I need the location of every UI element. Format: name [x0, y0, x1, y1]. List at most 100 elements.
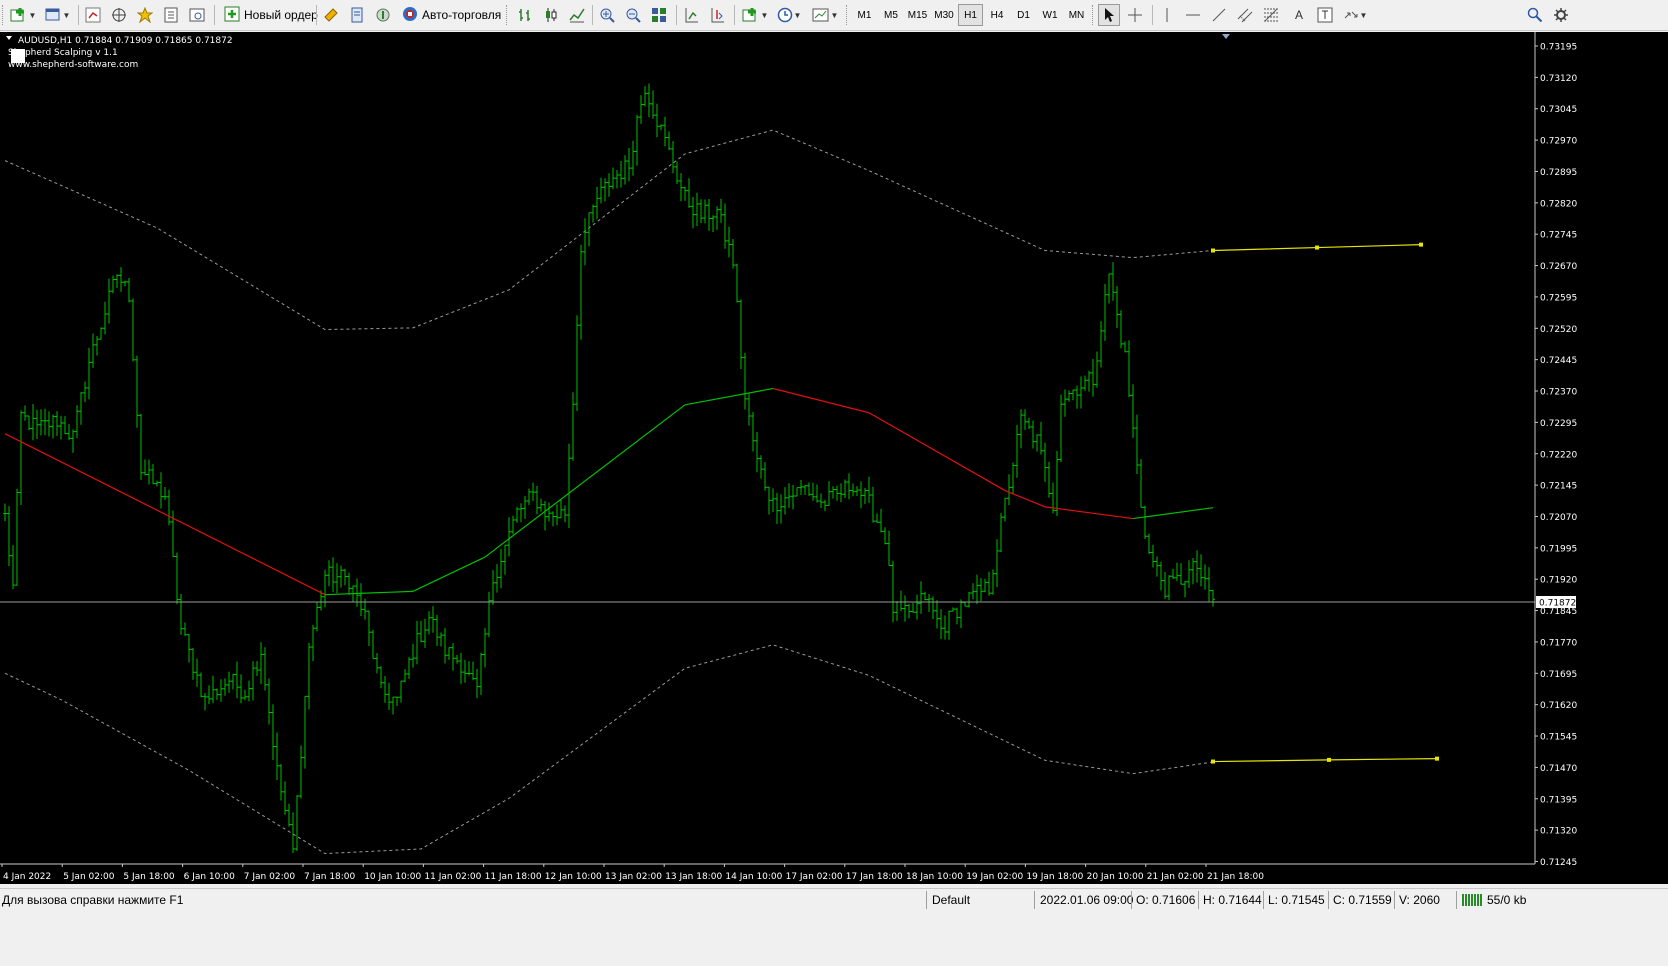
toolbar-grip[interactable] — [506, 5, 510, 25]
price-tick-label: 0.72745 — [1540, 231, 1577, 241]
toolbar-separator — [214, 5, 215, 25]
tile-windows-icon[interactable] — [648, 4, 670, 26]
text-label-icon[interactable] — [1314, 4, 1336, 26]
status-traffic: 55/0 kb — [1487, 893, 1527, 907]
market-watch-icon[interactable] — [82, 4, 104, 26]
crosshair-icon[interactable] — [1124, 4, 1146, 26]
time-tick-label: 13 Jan 02:00 — [605, 872, 662, 882]
current-price-text: 0.71872 — [1539, 599, 1576, 609]
projection-anchor[interactable] — [1315, 245, 1319, 250]
price-tick-label: 0.73045 — [1540, 105, 1577, 115]
status-separator — [1263, 891, 1264, 909]
price-tick-label: 0.72220 — [1540, 450, 1577, 460]
timeframe-m5[interactable]: M5 — [879, 4, 904, 26]
bar-chart-icon[interactable] — [514, 4, 536, 26]
timeframe-h1[interactable]: H1 — [958, 4, 983, 26]
toolbar-separator — [592, 5, 593, 25]
time-tick-label: 20 Jan 10:00 — [1087, 872, 1144, 882]
projection-anchor[interactable] — [1211, 248, 1215, 253]
data-window-icon[interactable] — [160, 4, 182, 26]
navigator-icon[interactable] — [108, 4, 130, 26]
projection-anchor[interactable] — [1211, 759, 1215, 764]
new-order-button[interactable]: Новый ордер — [220, 4, 322, 26]
toolbar-grip[interactable] — [2, 5, 6, 25]
settings-icon[interactable] — [1550, 4, 1572, 26]
timeframe-h4[interactable]: H4 — [985, 4, 1010, 26]
terminal-icon[interactable] — [186, 4, 208, 26]
timeframe-mn[interactable]: MN — [1064, 4, 1089, 26]
timeframe-d1[interactable]: D1 — [1011, 4, 1036, 26]
timeframe-m15[interactable]: M15 — [905, 4, 930, 26]
status-help-text: Для вызова справки нажмите F1 — [2, 893, 184, 907]
price-tick-label: 0.73120 — [1540, 74, 1577, 84]
zoom-out-icon[interactable] — [622, 4, 644, 26]
time-tick-label: 5 Jan 18:00 — [123, 872, 175, 882]
horizontal-line-icon[interactable] — [1182, 4, 1204, 26]
time-tick-label: 11 Jan 18:00 — [485, 872, 542, 882]
toolbar-grip[interactable] — [846, 5, 850, 25]
time-tick-label: 13 Jan 18:00 — [665, 872, 722, 882]
trendline-icon[interactable] — [1208, 4, 1230, 26]
projection-anchor[interactable] — [1435, 756, 1439, 761]
zoom-in-icon[interactable] — [596, 4, 618, 26]
line-chart-icon[interactable] — [566, 4, 588, 26]
price-tick-label: 0.72670 — [1540, 262, 1577, 272]
arrows-icon[interactable]: ▼ — [1340, 4, 1370, 26]
toolbar-separator — [316, 5, 317, 25]
fibonacci-icon[interactable] — [1260, 4, 1282, 26]
timeframe-m30[interactable]: M30 — [932, 4, 957, 26]
projection-anchor[interactable] — [1419, 242, 1423, 247]
chart-background — [0, 32, 1668, 884]
time-tick-label: 17 Jan 02:00 — [786, 872, 843, 882]
indicators-icon[interactable]: ▼ — [740, 4, 770, 26]
new-chart-icon[interactable]: ▼ — [8, 4, 38, 26]
price-tick-label: 0.71770 — [1540, 638, 1577, 648]
price-tick-label: 0.71995 — [1540, 544, 1577, 554]
timeframe-m1[interactable]: M1 — [852, 4, 877, 26]
status-separator — [1034, 891, 1035, 909]
autotrading-label: Авто-торговля — [422, 8, 502, 22]
auto-scroll-icon[interactable] — [680, 4, 702, 26]
profiles-icon[interactable]: ▼ — [42, 4, 72, 26]
time-tick-label: 7 Jan 18:00 — [304, 872, 356, 882]
status-close: C: 0.71559 — [1333, 893, 1392, 907]
search-icon[interactable] — [1524, 4, 1546, 26]
periods-icon[interactable]: ▼ — [774, 4, 804, 26]
price-tick-label: 0.71695 — [1540, 670, 1577, 680]
status-profile[interactable]: Default — [932, 893, 970, 907]
favorites-icon[interactable] — [134, 4, 156, 26]
time-tick-label: 17 Jan 18:00 — [846, 872, 903, 882]
price-tick-label: 0.72970 — [1540, 137, 1577, 147]
projection-anchor[interactable] — [1327, 757, 1331, 762]
vertical-line-icon[interactable] — [1156, 4, 1178, 26]
time-tick-label: 11 Jan 02:00 — [424, 872, 481, 882]
current-price-label: 0.71872 — [1536, 596, 1576, 609]
price-tick-label: 0.72820 — [1540, 199, 1577, 209]
timeframe-w1[interactable]: W1 — [1038, 4, 1063, 26]
text-icon[interactable]: A — [1288, 4, 1310, 26]
equidistant-channel-icon[interactable] — [1234, 4, 1256, 26]
price-tick-label: 0.71395 — [1540, 795, 1577, 805]
time-tick-label: 5 Jan 02:00 — [63, 872, 115, 882]
time-tick-label: 10 Jan 10:00 — [364, 872, 421, 882]
toolbar-separator — [676, 5, 677, 25]
autotrading-button[interactable]: Авто-торговля — [398, 4, 505, 26]
connection-bars-icon[interactable] — [1462, 893, 1484, 909]
metaeditor-icon[interactable] — [320, 4, 342, 26]
status-separator — [1328, 891, 1329, 909]
templates-icon[interactable]: ▼ — [810, 4, 840, 26]
chart-shift-icon[interactable] — [706, 4, 728, 26]
chart-window[interactable]: 0.73195 0.73120 0.73045 0.72970 0.72895 0.728… — [0, 32, 1668, 884]
status-volume: V: 2060 — [1399, 893, 1440, 907]
signals-icon[interactable] — [372, 4, 394, 26]
status-separator — [926, 891, 927, 909]
strategy-tester-icon[interactable] — [346, 4, 368, 26]
toolbar-grip[interactable] — [1092, 5, 1096, 25]
price-tick-label: 0.72895 — [1540, 168, 1577, 178]
autotrading-icon — [402, 6, 418, 25]
candlestick-icon[interactable] — [540, 4, 562, 26]
cursor-icon[interactable] — [1098, 4, 1120, 26]
status-low: L: 0.71545 — [1268, 893, 1325, 907]
price-chart[interactable]: 0.73195 0.73120 0.73045 0.72970 0.72895 0.728… — [0, 32, 1668, 884]
time-tick-label: 19 Jan 02:00 — [966, 872, 1023, 882]
